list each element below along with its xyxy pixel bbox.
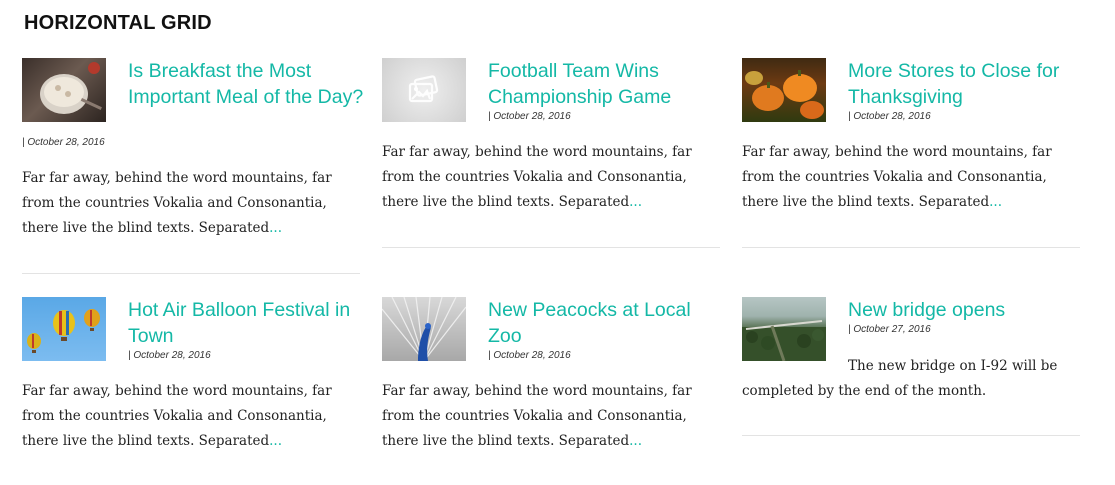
post-excerpt: Far far away, behind the word mountains,… <box>22 166 362 241</box>
post-excerpt-text: Far far away, behind the word mountains,… <box>742 144 1052 210</box>
post-thumbnail-breakfast[interactable] <box>22 58 106 122</box>
post-date: | October 28, 2016 <box>488 350 571 361</box>
post-title-link[interactable]: Hot Air Balloon Festival in Town <box>128 297 364 349</box>
image-placeholder-icon[interactable] <box>382 58 466 122</box>
post-card: More Stores to Close for Thanksgiving | … <box>742 58 1080 250</box>
post-card: Is Breakfast the Most Important Meal of … <box>22 58 363 276</box>
section-title: HORIZONTAL GRID <box>24 12 212 34</box>
post-excerpt-text: Far far away, behind the word mountains,… <box>382 383 692 449</box>
card-divider <box>382 247 720 248</box>
post-title-link[interactable]: New Peacocks at Local Zoo <box>488 297 724 349</box>
post-date: | October 28, 2016 <box>488 111 571 122</box>
post-title-link[interactable]: New bridge opens <box>848 297 1084 323</box>
post-date: | October 28, 2016 <box>848 111 931 122</box>
post-title-link[interactable]: More Stores to Close for Thanksgiving <box>848 58 1084 110</box>
card-divider <box>742 435 1080 436</box>
post-card: Football Team Wins Championship Game | O… <box>382 58 720 250</box>
card-divider <box>22 273 360 274</box>
read-more-link[interactable]: ... <box>269 220 282 236</box>
read-more-link[interactable]: ... <box>629 433 642 449</box>
post-excerpt-text: Far far away, behind the word mountains,… <box>22 383 332 449</box>
post-title-link[interactable]: Is Breakfast the Most Important Meal of … <box>128 58 364 110</box>
post-excerpt-text: Far far away, behind the word mountains,… <box>22 170 332 236</box>
post-thumbnail-pumpkins[interactable] <box>742 58 826 122</box>
post-excerpt-text: Far far away, behind the word mountains,… <box>382 144 692 210</box>
post-excerpt: The new bridge on I-92 will be completed… <box>742 354 1082 404</box>
post-card: Hot Air Balloon Festival in Town | Octob… <box>22 297 360 457</box>
post-excerpt: Far far away, behind the word mountains,… <box>22 379 362 454</box>
read-more-link[interactable]: ... <box>629 194 642 210</box>
read-more-link[interactable]: ... <box>989 194 1002 210</box>
post-excerpt: Far far away, behind the word mountains,… <box>382 379 722 454</box>
post-date: | October 27, 2016 <box>848 324 931 335</box>
post-excerpt: Far far away, behind the word mountains,… <box>742 140 1082 215</box>
post-date: | October 28, 2016 <box>22 137 105 148</box>
post-excerpt: Far far away, behind the word mountains,… <box>382 140 722 215</box>
post-thumbnail-balloons[interactable] <box>22 297 106 361</box>
post-title-link[interactable]: Football Team Wins Championship Game <box>488 58 724 110</box>
post-card: New bridge opens | October 27, 2016 The … <box>742 297 1080 447</box>
post-thumbnail-peacock[interactable] <box>382 297 466 361</box>
post-thumbnail-bridge[interactable] <box>742 297 826 361</box>
post-card: New Peacocks at Local Zoo | October 28, … <box>382 297 720 457</box>
card-divider <box>742 247 1080 248</box>
post-excerpt-text: The new bridge on I-92 will be completed… <box>742 358 1058 399</box>
post-date: | October 28, 2016 <box>128 350 211 361</box>
read-more-link[interactable]: ... <box>269 433 282 449</box>
